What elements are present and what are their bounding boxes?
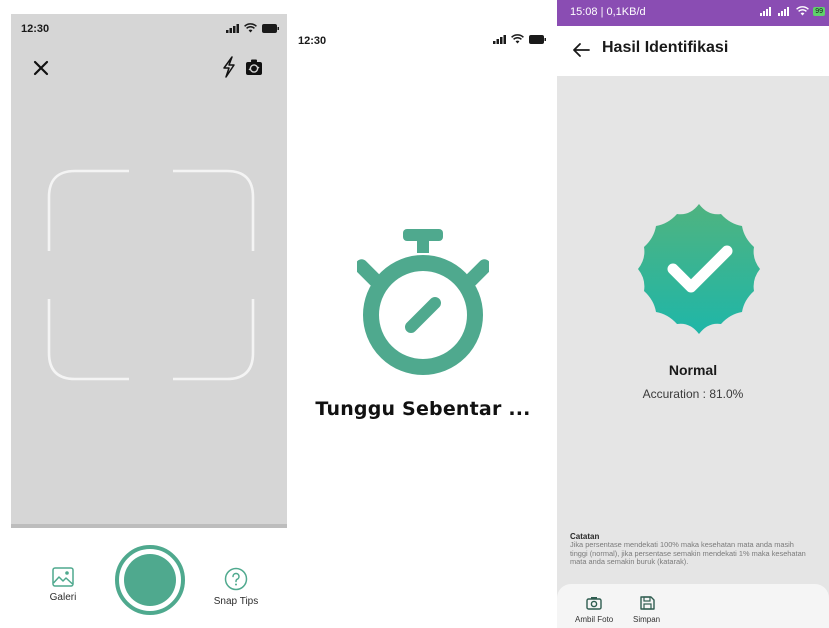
snap-tips-button[interactable]: Snap Tips — [211, 567, 261, 607]
shutter-button[interactable] — [115, 545, 185, 615]
wifi-icon — [244, 23, 257, 33]
battery-icon: 99 — [813, 6, 825, 16]
gallery-label: Galeri — [49, 592, 77, 603]
save-button[interactable]: Simpan — [633, 596, 660, 624]
question-icon — [224, 567, 248, 591]
shutter-inner — [124, 554, 176, 606]
snap-tips-label: Snap Tips — [213, 596, 259, 607]
flip-camera-icon[interactable] — [245, 58, 263, 76]
app-bar: Hasil Identifikasi — [557, 26, 829, 76]
verified-badge-icon — [638, 204, 760, 334]
take-photo-button[interactable]: Ambil Foto — [575, 596, 613, 624]
note-section: Catatan Jika persentase mendekati 100% m… — [570, 532, 826, 567]
image-icon — [52, 567, 74, 587]
save-label: Simpan — [633, 615, 661, 624]
status-text: 15:08 | 0,1KB/d — [570, 6, 646, 18]
back-arrow-icon[interactable] — [572, 42, 590, 58]
camera-icon — [586, 597, 602, 610]
status-time: 12:30 — [298, 35, 327, 47]
status-bar: 15:08 | 0,1KB/d 99 — [557, 0, 829, 26]
signal-icon — [226, 23, 239, 33]
result-bottom-nav: Ambil Foto Simpan — [557, 584, 829, 628]
wifi-icon — [796, 6, 810, 16]
gallery-button[interactable]: Galeri — [45, 567, 81, 603]
result-screen: 15:08 | 0,1KB/d 99 Hasil Identifikasi No… — [557, 0, 829, 628]
result-label: Normal — [668, 362, 718, 378]
loading-screen: 12:30 Tunggu Sebentar ... — [292, 18, 554, 628]
signal-icon — [778, 6, 790, 16]
signal-icon — [493, 34, 506, 44]
save-icon — [639, 596, 655, 610]
loading-message: Tunggu Sebentar ... — [315, 398, 531, 420]
status-time: 12:30 — [21, 23, 50, 35]
status-icons — [493, 34, 546, 44]
close-icon[interactable] — [31, 58, 51, 78]
accuracy-text: Accuration : 81.0% — [642, 387, 744, 401]
signal-icon — [760, 6, 772, 16]
battery-icon — [529, 34, 546, 44]
status-icons: 99 — [760, 6, 825, 16]
wifi-icon — [511, 34, 524, 44]
flash-icon[interactable] — [221, 56, 237, 78]
battery-icon — [262, 23, 279, 33]
take-photo-label: Ambil Foto — [575, 615, 614, 624]
stopwatch-icon — [357, 229, 489, 375]
page-title: Hasil Identifikasi — [602, 39, 729, 56]
status-icons — [226, 23, 279, 33]
camera-screen: 12:30 — [11, 14, 287, 628]
scan-frame — [47, 169, 255, 381]
note-line: mata anda semakin buruk (katarak). — [570, 557, 689, 567]
